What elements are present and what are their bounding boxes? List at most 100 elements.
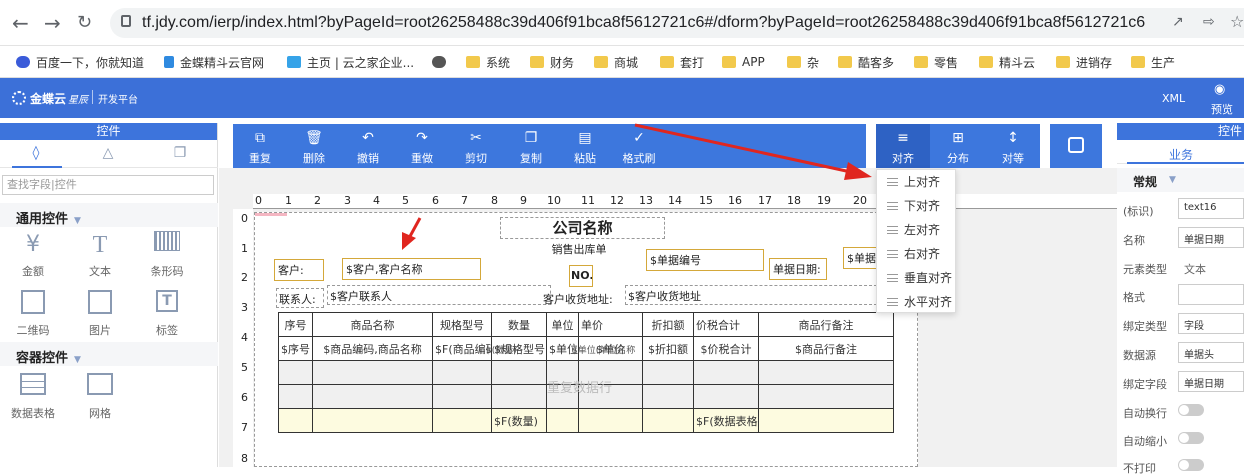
equalize-button[interactable]: ↕ 对等 [991,124,1035,168]
share-icon[interactable]: ↗ [1172,14,1184,30]
search-input[interactable]: 查找字段|控件 [2,175,214,195]
forward-icon[interactable]: → [44,11,61,35]
bookmark-folder[interactable]: 零售 [914,52,958,72]
table-header-cell[interactable]: 数量 [491,312,547,337]
reload-icon[interactable]: ↻ [77,11,92,35]
bookmark-globe[interactable] [432,52,452,72]
send-icon[interactable]: ⇨ [1203,14,1215,30]
fullscreen-button[interactable] [1050,124,1102,168]
section-general[interactable]: 常规 ▼ [1117,168,1244,192]
tool-barcode[interactable]: 条形码 [140,231,194,279]
table-cell[interactable] [642,360,694,385]
table-header-cell[interactable]: 折扣额 [642,312,694,337]
star-icon[interactable]: ☆ [1230,12,1244,31]
prop-datasource-select[interactable]: 单据头 [1178,342,1244,363]
table-cell[interactable] [578,408,643,433]
tree-icon[interactable]: △ [99,145,117,161]
overlap-qty[interactable]: $(数量) [486,343,541,356]
table-header-cell[interactable]: 商品名称 [312,312,433,337]
address-label[interactable]: 客户收货地址: [543,291,621,307]
table-cell[interactable] [312,408,433,433]
url-text[interactable]: tf.jdy.com/ierp/index.html?byPageId=root… [142,14,1145,32]
prop-binding-field-select[interactable]: 单据日期 [1178,371,1244,392]
tool-qrcode[interactable]: 二维码 [6,290,60,338]
copy-icon[interactable]: ❐ [171,145,189,161]
tool-image[interactable]: 图片 [73,290,127,338]
table-cell[interactable]: $价税合计 [693,336,759,361]
table-cell[interactable] [758,408,894,433]
table-cell[interactable] [693,384,759,409]
tool-label[interactable]: T 标签 [140,290,194,338]
align-right-item[interactable]: 右对齐 [877,242,955,266]
prop-format-select[interactable] [1178,284,1244,305]
xml-button[interactable]: XML [1162,92,1185,105]
tool-amount[interactable]: ¥ 金额 [6,231,60,279]
table-header-cell[interactable]: 规格型号 [432,312,492,337]
table-cell[interactable] [491,360,547,385]
eye-icon[interactable]: ◉ [1214,82,1225,97]
bookmark-folder[interactable]: 财务 [530,52,574,72]
no-label[interactable]: NO. [569,265,593,287]
table-cell[interactable]: $商品编码,商品名称 [312,336,433,361]
preview-button[interactable]: 预览 [1211,101,1233,117]
lock-icon[interactable] [121,15,131,27]
table-header-cell[interactable]: 单位 [546,312,579,337]
auto-shrink-toggle[interactable] [1178,432,1204,444]
table-cell[interactable]: $序号 [278,336,313,361]
align-top-item[interactable]: 上对齐 [877,170,955,194]
align-bottom-item[interactable]: 下对齐 [877,194,955,218]
table-header-cell[interactable]: 价税合计 [693,312,759,337]
bookmark-folder[interactable]: 生产 [1131,52,1175,72]
bookmark-folder[interactable]: APP [722,52,765,72]
table-cell[interactable] [546,408,579,433]
table-cell[interactable] [693,360,759,385]
align-vertical-item[interactable]: 垂直对齐 [877,266,955,290]
no-print-toggle[interactable] [1178,459,1204,471]
table-header-cell[interactable]: 序号 [278,312,313,337]
align-left-item[interactable]: 左对齐 [877,218,955,242]
bill-date-label[interactable]: 单据日期: [769,258,827,280]
table-cell[interactable] [758,384,894,409]
table-cell[interactable] [278,360,313,385]
table-header-cell[interactable]: 单价 [578,312,643,337]
tab-business[interactable]: 业务 [1169,146,1193,163]
align-horizontal-item[interactable]: 水平对齐 [877,290,955,314]
customer-label[interactable]: 客户: [274,259,324,281]
bookmark-folder[interactable]: 精斗云 [979,52,1035,72]
table-cell[interactable] [278,408,313,433]
table-cell[interactable] [312,384,433,409]
distribute-button[interactable]: ⊞ 分布 [936,124,980,168]
detail-table[interactable]: 序号 商品名称 规格型号 数量 单位 单价 折扣额 价税合计 商品行备注 $序号… [278,312,894,433]
back-icon[interactable]: ← [12,11,29,35]
bookmark-folder[interactable]: 酷客多 [838,52,894,72]
delete-button[interactable]: 🗑 删除 [292,124,336,168]
auto-wrap-toggle[interactable] [1178,404,1204,416]
table-cell[interactable]: $F(数量) [491,408,547,433]
overlap-unit[interactable]: $单位(单位名称) [572,343,636,356]
table-cell[interactable] [312,360,433,385]
table-cell[interactable] [432,360,492,385]
table-cell[interactable] [432,384,492,409]
address-value[interactable]: $客户收货地址 [625,285,877,305]
table-cell[interactable] [642,408,694,433]
prop-binding-type-select[interactable]: 字段 [1178,313,1244,334]
table-cell[interactable] [432,408,492,433]
contact-value[interactable]: $客户联系人 [327,285,551,305]
contact-label[interactable]: 联系人: [276,288,324,308]
bookmark-folder[interactable]: 进销存 [1056,52,1112,72]
table-header-cell[interactable]: 商品行备注 [758,312,894,337]
prop-identifier-input[interactable]: text16 [1178,198,1244,219]
table-cell[interactable]: $F(数据表格合计) [693,408,759,433]
bookmark-yunzhijia[interactable]: 主页 | 云之家企业... [287,52,414,72]
section-container-controls[interactable]: 容器控件 ▼ [0,342,218,366]
customer-value[interactable]: $客户,客户名称 [342,258,481,280]
bookmark-kingdee[interactable]: 金蝶精斗云官网 [164,52,264,72]
align-button[interactable]: ≡ 对齐 [881,124,925,168]
table-cell[interactable] [642,384,694,409]
repeat-button[interactable]: ⧉ 重复 [238,124,282,168]
table-cell[interactable]: $折扣额 [642,336,694,361]
tool-data-table[interactable]: 数据表格 [6,373,60,421]
table-cell[interactable] [278,384,313,409]
table-cell[interactable]: $F(商品编码) [432,336,492,361]
section-common-controls[interactable]: 通用控件 ▼ [0,203,218,227]
